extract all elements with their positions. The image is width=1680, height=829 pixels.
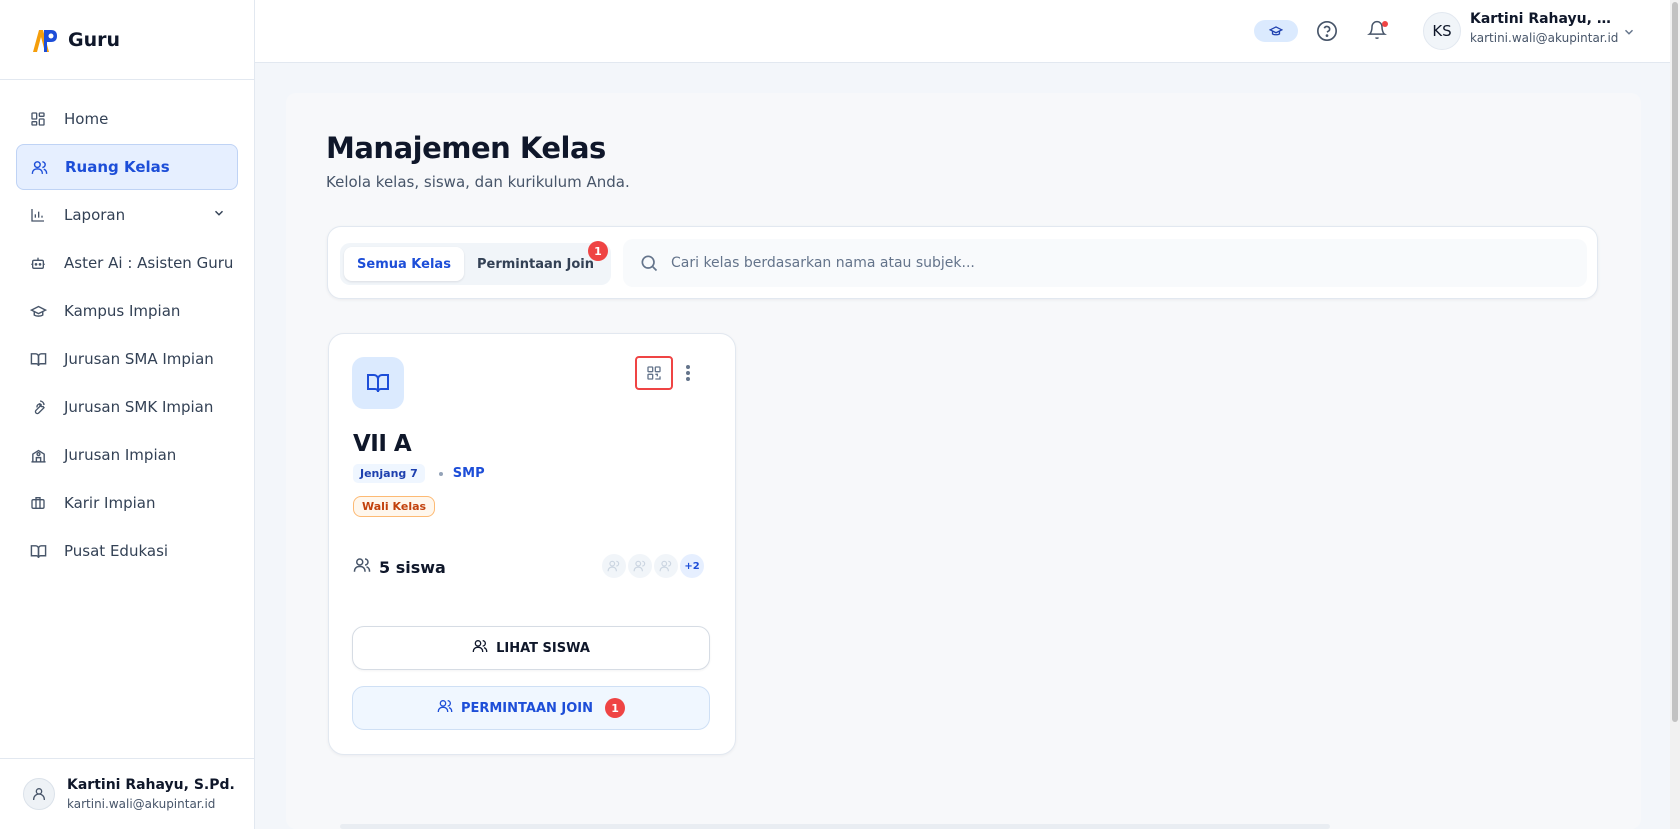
- class-name: VII A: [353, 431, 412, 457]
- scrollbar-thumb[interactable]: [1672, 2, 1678, 722]
- brand-title: Guru: [68, 28, 121, 51]
- users-icon: [472, 638, 488, 658]
- header-user-email: kartini.wali@akupintar.id: [1470, 31, 1619, 45]
- more-vertical-icon: [686, 365, 690, 381]
- notification-dot: [1382, 21, 1388, 27]
- class-meta: Jenjang 7 SMP: [353, 464, 485, 483]
- school-icon: [28, 445, 48, 465]
- join-requests-button[interactable]: PERMINTAAN JOIN 1: [352, 686, 710, 730]
- class-tabs: Semua Kelas Permintaan Join 1: [340, 241, 611, 285]
- sidebar-item-kampus-impian[interactable]: Kampus Impian: [16, 288, 238, 334]
- sidebar-item-label: Jurusan Impian: [64, 446, 177, 464]
- sidebar: Guru Home Ruang Kelas Laporan Aster Ai:…: [0, 0, 255, 829]
- sidebar-item-label: Kampus Impian: [64, 302, 181, 320]
- student-count: 5 siswa: [353, 556, 446, 578]
- sidebar-item-karir-impian[interactable]: Karir Impian: [16, 480, 238, 526]
- main-panel: Manajemen Kelas Kelola kelas, siswa, dan…: [286, 93, 1641, 829]
- more-students-count: +2: [678, 552, 706, 580]
- sidebar-item-label: Aster Ai : Asisten Guru: [64, 254, 234, 272]
- dashboard-icon: [28, 109, 48, 129]
- header-avatar[interactable]: KS: [1423, 12, 1461, 50]
- more-options-button[interactable]: [681, 360, 695, 386]
- sidebar-item-aster-ai[interactable]: Aster Ai : Asisten Guru: [16, 240, 238, 286]
- sidebar-item-laporan[interactable]: Laporan: [16, 192, 238, 238]
- sidebar-item-label: Ruang Kelas: [65, 158, 170, 176]
- student-avatar-stack: +2: [600, 552, 706, 580]
- join-requests-label: PERMINTAAN JOIN: [460, 700, 594, 716]
- graduation-cap-icon: [28, 301, 48, 321]
- qr-code-icon: [647, 366, 661, 380]
- briefcase-icon: [28, 493, 48, 513]
- sidebar-item-label: Karir Impian: [64, 494, 156, 512]
- class-card[interactable]: VII A Jenjang 7 SMP Wali Kelas 5 siswa +…: [328, 333, 736, 755]
- book-open-icon: [28, 349, 48, 369]
- search-input[interactable]: [671, 255, 1551, 271]
- chevron-down-icon[interactable]: [1622, 24, 1636, 43]
- users-icon: [29, 157, 49, 177]
- sidebar-item-ruang-kelas[interactable]: Ruang Kelas: [16, 144, 238, 190]
- graduation-cap-icon[interactable]: [1254, 20, 1298, 42]
- level-label: SMP: [452, 466, 485, 481]
- chevron-down-icon[interactable]: [212, 206, 226, 224]
- sidebar-item-jurusan-sma[interactable]: Jurusan SMA Impian: [16, 336, 238, 382]
- notification-bell-icon[interactable]: [1367, 20, 1389, 42]
- header-user-name: Kartini Rahayu, S.Pd.: [1470, 11, 1620, 27]
- book-open-icon: [352, 357, 404, 409]
- tab-permintaan-join[interactable]: Permintaan Join: [468, 247, 603, 281]
- sidebar-user-profile[interactable]: Kartini Rahayu, S.Pd. kartini.wali@akupi…: [0, 758, 255, 829]
- qr-code-button[interactable]: [635, 356, 673, 390]
- sidebar-nav: Home Ruang Kelas Laporan Aster Ai : Asis…: [0, 80, 254, 574]
- users-icon: [437, 698, 453, 718]
- robot-icon: [28, 253, 48, 273]
- brand[interactable]: Guru: [0, 0, 254, 80]
- sidebar-item-jurusan-impian[interactable]: Jurusan Impian: [16, 432, 238, 478]
- users-icon: [353, 556, 371, 578]
- sidebar-item-label: Jurusan SMA Impian: [64, 350, 214, 368]
- sidebar-item-label: Jurusan SMK Impian: [64, 398, 214, 416]
- user-icon: [23, 778, 55, 810]
- bar-chart-icon: [28, 205, 48, 225]
- search-bar: [623, 239, 1587, 287]
- search-icon: [639, 253, 659, 273]
- student-avatar: [600, 552, 628, 580]
- bottom-fade: [340, 824, 1330, 829]
- separator-dot: [438, 471, 443, 476]
- page-subtitle: Kelola kelas, siswa, dan kurikulum Anda.: [326, 173, 630, 191]
- join-request-count-badge: 1: [588, 241, 608, 261]
- sidebar-user-name: Kartini Rahayu, S.Pd.: [67, 777, 235, 793]
- view-students-label: LIHAT SISWA: [496, 640, 590, 656]
- sidebar-user-email: kartini.wali@akupintar.id: [67, 797, 216, 811]
- akupintar-logo: [24, 22, 60, 58]
- sidebar-item-home[interactable]: Home: [16, 96, 238, 142]
- header-user-info[interactable]: Kartini Rahayu, S.Pd. kartini.wali@akupi…: [1470, 11, 1620, 45]
- view-students-button[interactable]: LIHAT SISWA: [352, 626, 710, 670]
- book-open-icon: [28, 541, 48, 561]
- tab-semua-kelas[interactable]: Semua Kelas: [344, 247, 464, 281]
- wali-kelas-badge: Wali Kelas: [353, 496, 436, 517]
- sidebar-item-pusat-edukasi[interactable]: Pusat Edukasi: [16, 528, 238, 574]
- top-header: KS Kartini Rahayu, S.Pd. kartini.wali@ak…: [255, 0, 1670, 63]
- jenjang-badge: Jenjang 7: [353, 464, 425, 483]
- sidebar-item-label: Pusat Edukasi: [64, 542, 169, 560]
- sidebar-item-jurusan-smk[interactable]: Jurusan SMK Impian: [16, 384, 238, 430]
- student-count-label: 5 siswa: [379, 557, 446, 577]
- sidebar-item-label: Laporan: [64, 206, 126, 224]
- help-icon[interactable]: [1316, 20, 1338, 42]
- student-avatar: [652, 552, 680, 580]
- page-title: Manajemen Kelas: [326, 131, 606, 165]
- filter-toolbar: Semua Kelas Permintaan Join 1: [327, 226, 1598, 299]
- join-requests-badge: 1: [605, 698, 626, 718]
- wrench-icon: [28, 397, 48, 417]
- student-avatar: [626, 552, 654, 580]
- sidebar-item-label: Home: [64, 110, 109, 128]
